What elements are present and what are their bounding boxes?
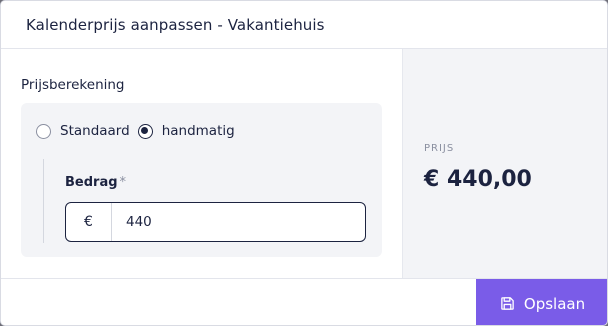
modal-title: Kalenderprijs aanpassen - Vakantiehuis xyxy=(26,16,325,34)
pricing-form: Prijsberekening Standaard handmatig Bedr… xyxy=(1,49,402,278)
price-value: € 440,00 xyxy=(424,167,532,192)
pricing-method-radio-group: Standaard handmatig xyxy=(36,121,243,141)
save-button-label[interactable]: Opslaan xyxy=(524,295,585,313)
amount-input-group[interactable]: € xyxy=(65,202,366,242)
edit-calendar-price-modal: Kalenderprijs aanpassen - Vakantiehuis P… xyxy=(0,0,608,326)
radio-standard[interactable]: Standaard xyxy=(36,123,130,139)
indent-divider xyxy=(43,159,44,243)
euro-currency-icon: € xyxy=(66,203,112,241)
pricing-card: Standaard handmatig Bedrag * € xyxy=(21,103,382,257)
radio-manual-label[interactable]: handmatig xyxy=(162,123,235,139)
amount-label-text: Bedrag xyxy=(65,175,118,190)
amount-label: Bedrag * xyxy=(65,175,126,190)
modal-footer: Opslaan xyxy=(1,278,607,325)
radio-standard-label[interactable]: Standaard xyxy=(60,123,130,139)
price-summary-panel: PRIJS € 440,00 xyxy=(402,49,607,278)
amount-input[interactable] xyxy=(112,203,365,241)
price-caption: PRIJS xyxy=(424,143,455,154)
save-button[interactable]: Opslaan xyxy=(476,279,607,325)
modal-header: Kalenderprijs aanpassen - Vakantiehuis xyxy=(1,1,607,49)
section-label: Prijsberekening xyxy=(21,77,125,93)
floppy-disk-icon xyxy=(501,297,514,310)
required-marker: * xyxy=(119,175,127,190)
radio-standard-circle[interactable] xyxy=(36,123,51,139)
radio-manual[interactable]: handmatig xyxy=(137,123,235,139)
radio-manual-circle[interactable] xyxy=(137,123,153,139)
